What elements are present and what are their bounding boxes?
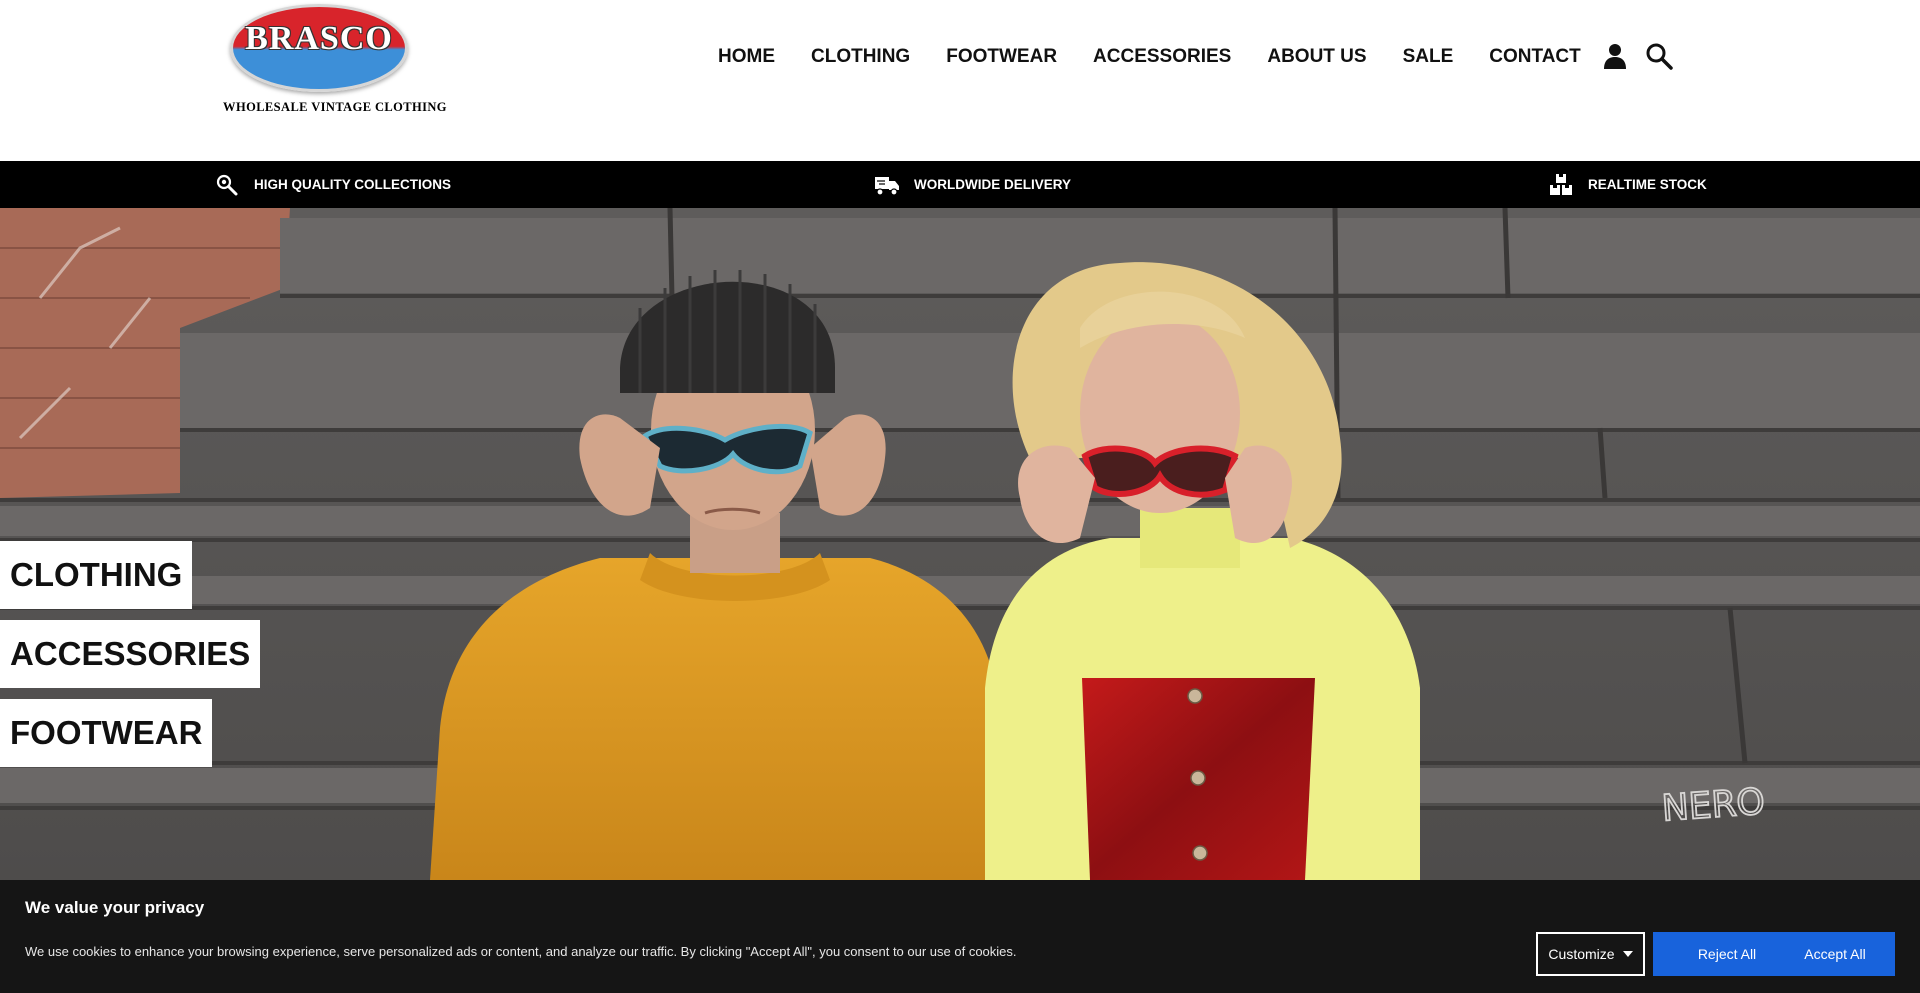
hero-category-footwear[interactable]: FOOTWEAR <box>0 699 213 767</box>
feature-label: REALTIME STOCK <box>1588 177 1707 192</box>
account-icon[interactable] <box>1601 42 1629 70</box>
search-icon[interactable] <box>1645 42 1673 70</box>
hero-category-clothing[interactable]: CLOTHING <box>0 541 193 609</box>
feature-label: HIGH QUALITY COLLECTIONS <box>254 177 452 192</box>
delivery-truck-icon <box>874 172 900 198</box>
magnifier-icon <box>214 172 240 198</box>
site-header: BRASCO WHOLESALE VINTAGE CLOTHING HOME C… <box>0 0 1920 161</box>
nav-sale[interactable]: SALE <box>1403 46 1454 68</box>
logo-tagline: WHOLESALE VINTAGE CLOTHING <box>223 100 447 114</box>
cookie-customize-button[interactable]: Customize <box>1536 932 1645 976</box>
wall-graffiti-text: NERO <box>1661 782 1767 830</box>
cookie-consent-banner: We value your privacy We use cookies to … <box>0 880 1920 993</box>
feature-high-quality: HIGH QUALITY COLLECTIONS <box>214 161 451 208</box>
stock-boxes-icon <box>1548 172 1574 198</box>
nav-footwear[interactable]: FOOTWEAR <box>946 46 1057 68</box>
hero-category-accessories[interactable]: ACCESSORIES <box>0 620 261 688</box>
cookie-accept-all-button[interactable]: Accept All <box>1775 932 1895 976</box>
cookie-title: We value your privacy <box>25 898 205 917</box>
nav-about-us[interactable]: ABOUT US <box>1267 46 1366 68</box>
hero-banner: NERO CLOTHING ACCESSORIES FOOTWEAR <box>0 208 1920 880</box>
feature-realtime-stock: REALTIME STOCK <box>1548 161 1707 208</box>
nav-contact[interactable]: CONTACT <box>1489 46 1580 68</box>
nav-home[interactable]: HOME <box>718 46 775 68</box>
chevron-down-icon <box>1622 951 1633 957</box>
feature-bar: HIGH QUALITY COLLECTIONS WORLDWIDE DELIV… <box>0 161 1920 208</box>
logo-wordmark: BRASCO <box>245 20 393 57</box>
feature-worldwide-delivery: WORLDWIDE DELIVERY <box>874 161 1071 208</box>
brand-logo[interactable]: BRASCO WHOLESALE VINTAGE CLOTHING <box>214 4 456 116</box>
customize-label: Customize <box>1548 946 1615 962</box>
cookie-description: We use cookies to enhance your browsing … <box>25 944 1017 959</box>
nav-clothing[interactable]: CLOTHING <box>811 46 910 68</box>
feature-label: WORLDWIDE DELIVERY <box>914 177 1071 192</box>
nav-accessories[interactable]: ACCESSORIES <box>1093 46 1231 68</box>
hero-image: NERO <box>0 208 1920 880</box>
main-nav: HOME CLOTHING FOOTWEAR ACCESSORIES ABOUT… <box>718 43 1581 71</box>
